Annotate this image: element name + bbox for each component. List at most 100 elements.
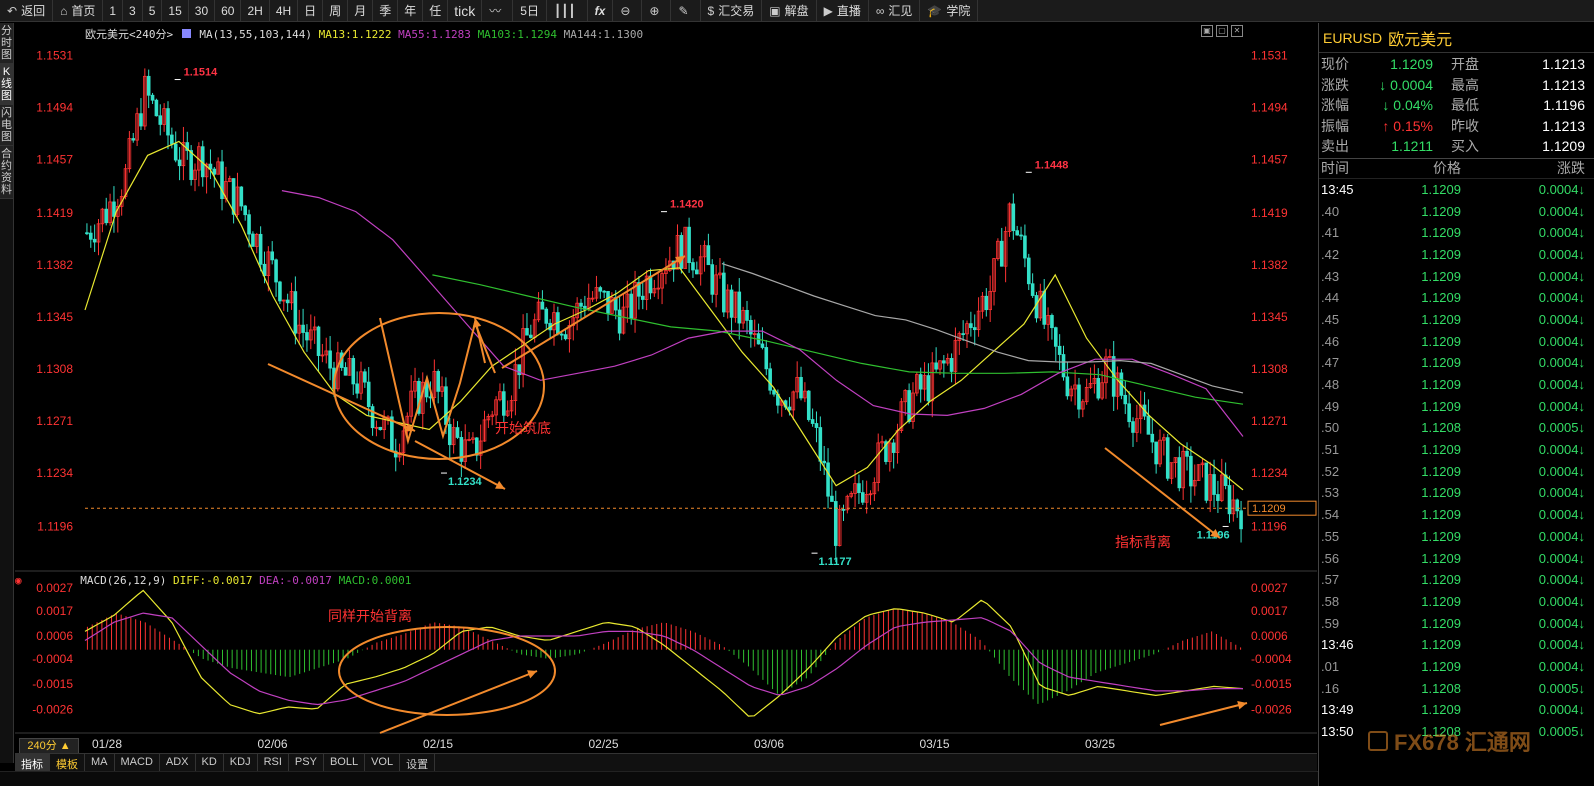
period-月[interactable]: 月 [348,0,374,22]
draw-tool-button[interactable]: ✎ [671,0,701,22]
trade-price: 1.1209 [1421,702,1461,718]
candle-body [540,301,545,310]
period-4H[interactable]: 4H [270,0,299,22]
indicator-tab-设置[interactable]: 设置 [400,754,436,771]
trade-row[interactable]: .55 1.1209 0.0004↓ [1319,526,1594,548]
trade-row[interactable]: .16 1.1208 0.0005↓ [1319,677,1594,699]
period-3[interactable]: 3 [123,0,143,22]
trade-time: .46 [1321,333,1340,349]
window-maximize-icon[interactable]: ▢ [1216,25,1228,37]
candlestick-icon-button[interactable]: ┃┃┃ [547,0,588,22]
view-tab-0[interactable]: 分时图 [0,23,13,64]
zoom-in-button[interactable]: ⊕ [642,0,672,22]
period-年[interactable]: 年 [398,0,424,22]
trade-row[interactable]: 13:49 1.1209 0.0004↓ [1319,699,1594,721]
trade-row[interactable]: .52 1.1209 0.0004↓ [1319,460,1594,482]
home-button[interactable]: ⌂ 首页 [53,0,104,22]
academy-button[interactable]: 🎓 学院 [920,0,979,22]
link-icon: ∞ [875,3,885,18]
trade-list[interactable]: 13:45 1.1209 0.0004↓ .40 1.1209 0.0004↓ .41 1.1… [1319,179,1594,743]
period-15[interactable]: 15 [162,0,189,22]
candle-body [1042,290,1047,325]
trade-row[interactable]: .41 1.1209 0.0004↓ [1319,222,1594,244]
period-日[interactable]: 日 [298,0,324,22]
chart-area[interactable]: 1.1531 1.1531 1.1494 1.1494 1.1457 1.1457 1.14… [15,23,1317,763]
sparkline-icon-button[interactable]: 〰 [482,0,514,22]
indicator-tab-指标[interactable]: 指标 [15,754,50,771]
indicator-tab-PSY[interactable]: PSY [289,754,324,771]
trade-time: .01 [1321,658,1340,674]
trade-row[interactable]: .50 1.1208 0.0005↓ [1319,417,1594,439]
window-restore-icon[interactable]: ▣ [1201,25,1213,37]
quote-value: 1.1209 [1542,138,1585,155]
indicator-tab-KDJ[interactable]: KDJ [224,754,258,771]
candle-body [529,334,533,338]
zoom-out-icon: ⊖ [620,3,631,18]
trade-change: 0.0004↓ [1538,268,1585,284]
trade-row[interactable]: .59 1.1209 0.0004↓ [1319,612,1594,634]
view-tab-2[interactable]: 闪电图 [0,105,13,146]
indicator-tab-ADX[interactable]: ADX [160,754,196,771]
trade-row[interactable]: .53 1.1209 0.0004↓ [1319,482,1594,504]
trade-row[interactable]: .57 1.1209 0.0004↓ [1319,569,1594,591]
trade-row[interactable]: .45 1.1209 0.0004↓ [1319,309,1594,331]
kline-chart[interactable]: 1.1531 1.1531 1.1494 1.1494 1.1457 1.1457 1.14… [15,23,1317,753]
window-close-icon[interactable]: ✕ [1231,25,1243,37]
chart-legend: 欧元美元<240分> MA(13,55,103,144) MA13:1.1222… [85,26,643,42]
huijian-button[interactable]: ∞ 汇见 [869,0,921,22]
trade-row[interactable]: .43 1.1209 0.0004↓ [1319,265,1594,287]
trade-price: 1.1209 [1421,637,1461,653]
macd-tick-label-right: -0.0015 [1251,677,1292,691]
trade-row[interactable]: 13:46 1.1209 0.0004↓ [1319,634,1594,656]
indicator-tab-MACD[interactable]: MACD [115,754,160,771]
macd-dea-legend: DEA:-0.0017 [259,574,332,587]
five-day-button[interactable]: 5日 [513,0,547,22]
trade-row[interactable]: .40 1.1209 0.0004↓ [1319,200,1594,222]
period-30[interactable]: 30 [189,0,216,22]
trade-row[interactable]: .54 1.1209 0.0004↓ [1319,504,1594,526]
candle-body [860,492,865,503]
trade-row[interactable]: 13:45 1.1209 0.0004↓ [1319,179,1594,201]
trade-row[interactable]: .01 1.1209 0.0004↓ [1319,656,1594,678]
bottom-scroll-strip[interactable] [0,771,1318,786]
candle-body [274,259,278,283]
trade-row[interactable]: .51 1.1209 0.0004↓ [1319,439,1594,461]
trade-row[interactable]: .46 1.1209 0.0004↓ [1319,330,1594,352]
period-5[interactable]: 5 [143,0,163,22]
zoom-out-button[interactable]: ⊖ [613,0,643,22]
trade-row[interactable]: .56 1.1209 0.0004↓ [1319,547,1594,569]
trade-row[interactable]: .48 1.1209 0.0004↓ [1319,374,1594,396]
period-button[interactable]: 240分 ▲ [19,738,79,754]
period-tick[interactable]: tick [448,0,483,22]
period-季[interactable]: 季 [373,0,399,22]
live-button[interactable]: ▶ 直播 [817,0,869,22]
indicator-tab-MA[interactable]: MA [85,754,115,771]
trade-row[interactable]: .49 1.1209 0.0004↓ [1319,395,1594,417]
trade-price: 1.1209 [1421,463,1461,479]
indicator-tab-模板[interactable]: 模板 [50,754,85,771]
ma55-legend: MA55:1.1283 [398,28,471,41]
trade-row[interactable]: .58 1.1209 0.0004↓ [1319,591,1594,613]
trade-row[interactable]: .42 1.1209 0.0004↓ [1319,244,1594,266]
view-tab-1[interactable]: K线图 [0,64,13,105]
trade-change: 0.0004↓ [1538,398,1585,414]
fx-trade-button[interactable]: $ 汇交易 [701,0,763,22]
indicator-tab-KD[interactable]: KD [196,754,224,771]
macd-settings-icon[interactable]: ◉ [15,574,22,587]
period-周[interactable]: 周 [323,0,349,22]
candle-body [285,299,290,304]
period-2H[interactable]: 2H [241,0,270,22]
view-tab-3[interactable]: 合约资料 [0,146,13,199]
back-button[interactable]: ↶ 返回 [0,0,54,22]
jiepan-button[interactable]: ▣ 解盘 [762,0,817,22]
formula-button[interactable]: fx [588,0,614,22]
candle-body [146,75,151,96]
period-60[interactable]: 60 [215,0,242,22]
period-任[interactable]: 任 [423,0,449,22]
trade-row[interactable]: .44 1.1209 0.0004↓ [1319,287,1594,309]
indicator-tab-BOLL[interactable]: BOLL [324,754,366,771]
indicator-tab-VOL[interactable]: VOL [365,754,401,771]
trade-row[interactable]: .47 1.1209 0.0004↓ [1319,352,1594,374]
indicator-tab-RSI[interactable]: RSI [258,754,289,771]
period-1[interactable]: 1 [103,0,124,22]
